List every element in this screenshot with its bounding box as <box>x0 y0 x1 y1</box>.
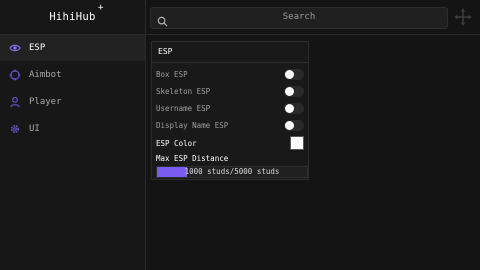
app-title: HihiHub <box>49 11 96 23</box>
sidebar-item-label: UI <box>29 124 40 134</box>
box-esp-toggle[interactable] <box>284 69 304 80</box>
max-distance-label: Max ESP Distance <box>156 154 229 163</box>
toggle-row-username-esp: Username ESP <box>156 103 306 115</box>
sidebar: HihiHub + ESP Aimbot Player UI <box>0 0 146 270</box>
sidebar-item-label: ESP <box>29 43 46 53</box>
sidebar-nav: ESP Aimbot Player UI <box>0 35 145 143</box>
slider-value-text: 1000 studs/5000 studs <box>184 167 280 176</box>
move-icon[interactable] <box>454 8 472 26</box>
esp-color-swatch[interactable] <box>290 136 304 150</box>
toggle-knob <box>285 121 294 130</box>
app-logo: HihiHub + <box>0 0 145 35</box>
sidebar-item-esp[interactable]: ESP <box>0 35 145 61</box>
sidebar-item-ui[interactable]: UI <box>0 116 145 142</box>
app-title-mark: + <box>98 3 104 13</box>
toggle-knob <box>285 87 294 96</box>
panel-title: ESP <box>152 42 308 63</box>
toggle-label: Box ESP <box>156 70 188 79</box>
sidebar-item-label: Aimbot <box>29 70 62 80</box>
skeleton-esp-toggle[interactable] <box>284 86 304 97</box>
toggle-label: Display Name ESP <box>156 121 229 130</box>
gear-icon <box>9 123 21 135</box>
max-distance-slider[interactable]: 1000 studs/5000 studs <box>156 166 308 178</box>
top-bar: Search <box>146 0 480 35</box>
toggle-row-skeleton-esp: Skeleton ESP <box>156 86 306 98</box>
username-esp-toggle[interactable] <box>284 103 304 114</box>
sidebar-item-label: Player <box>29 97 62 107</box>
user-icon <box>9 96 21 108</box>
toggle-knob <box>285 104 294 113</box>
esp-color-row: ESP Color <box>156 136 306 150</box>
sidebar-item-aimbot[interactable]: Aimbot <box>0 62 145 88</box>
sidebar-item-player[interactable]: Player <box>0 89 145 115</box>
esp-panel: ESP Box ESP Skeleton ESP Username ESP Di… <box>151 41 309 180</box>
esp-color-label: ESP Color <box>156 139 197 148</box>
eye-icon <box>9 42 21 54</box>
toggle-knob <box>285 70 294 79</box>
toggle-row-display-name-esp: Display Name ESP <box>156 120 306 132</box>
search-placeholder: Search <box>282 12 316 22</box>
toggle-label: Username ESP <box>156 104 211 113</box>
toggle-label: Skeleton ESP <box>156 87 211 96</box>
search-input[interactable]: Search <box>150 7 448 29</box>
display-name-esp-toggle[interactable] <box>284 120 304 131</box>
crosshair-icon <box>9 69 21 81</box>
distance-label-row: Max ESP Distance <box>156 153 306 165</box>
toggle-row-box-esp: Box ESP <box>156 69 306 81</box>
